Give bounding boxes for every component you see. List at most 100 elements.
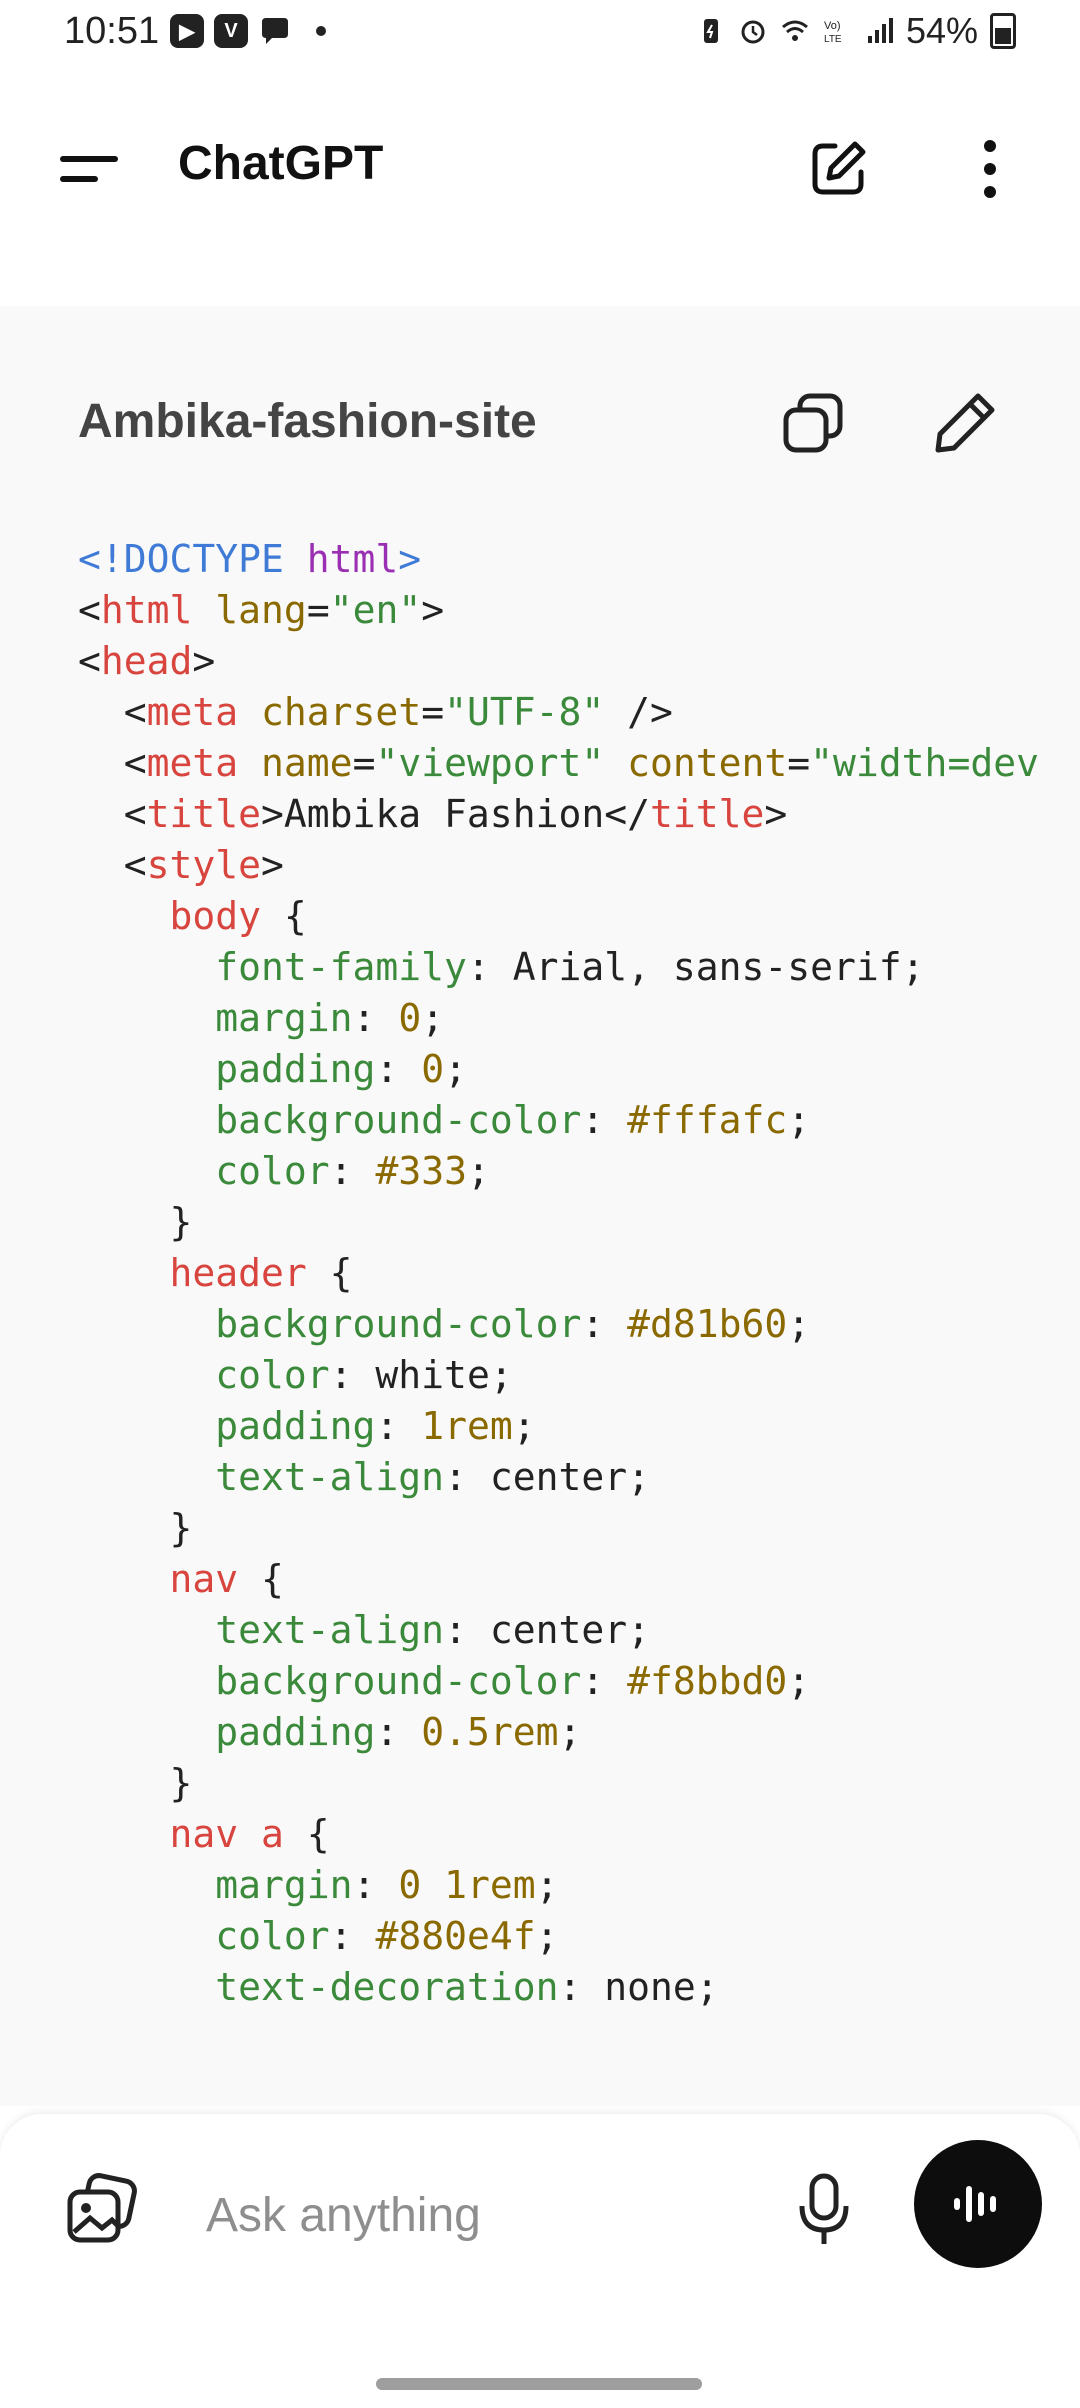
code-token: 0.5rem [421,1710,559,1754]
code-token: : [581,1098,628,1142]
code-token: = [421,690,445,734]
code-token: : [329,1149,376,1193]
code-token: ; [787,1098,811,1142]
code-line: body { [78,891,1080,942]
code-token: meta [146,690,239,734]
voice-mode-button[interactable] [914,2140,1042,2268]
code-token: > [192,639,216,683]
code-token: < [78,690,147,734]
code-line: background-color: #f8bbd0; [78,1656,1080,1707]
ask-input[interactable] [204,2174,768,2256]
edit-pencil-icon[interactable] [930,388,1000,458]
code-token: 0 [398,996,422,1040]
code-token: : [375,1047,422,1091]
code-line: header { [78,1248,1080,1299]
new-chat-icon[interactable] [805,136,871,202]
code-token: <!DOCTYPE [78,537,307,581]
code-line: color: white; [78,1350,1080,1401]
copy-icon[interactable] [778,388,848,458]
code-token: "width=dev [810,741,1039,785]
image-attach-icon[interactable] [62,2170,142,2250]
code-token: : white; [329,1353,513,1397]
code-token: text-align [215,1455,445,1499]
code-line: } [78,1758,1080,1809]
code-token: ; [535,1914,559,1958]
wifi-icon [781,20,808,41]
code-token: margin [215,1863,353,1907]
code-token: padding [215,1404,376,1448]
more-options-icon[interactable] [970,136,1010,202]
code-block[interactable]: <!DOCTYPE html> <html lang="en"> <head> <m… [78,534,1080,2014]
code-token: title [649,792,765,836]
code-token: charset [261,690,422,734]
code-token: margin [215,996,353,1040]
code-line: padding: 1rem; [78,1401,1080,1452]
code-token: background-color [215,1098,582,1142]
code-token: : [581,1302,628,1346]
code-token: #fffafc [627,1098,788,1142]
code-token: color [215,1353,330,1397]
code-token: ; [444,1047,467,1091]
code-token: > [398,537,422,581]
code-line: nav a { [78,1809,1080,1860]
code-token: background-color [215,1659,582,1703]
v-app-icon: V [214,14,248,48]
code-token: #f8bbd0 [627,1659,788,1703]
svg-text:Vo): Vo) [824,20,841,32]
svg-text:LTE: LTE [824,34,842,45]
code-token: 0 1rem [398,1863,536,1907]
code-line: nav { [78,1554,1080,1605]
code-token: ; [421,996,445,1040]
code-canvas: Ambika-fashion-site <!DOCTYPE html> <html… [0,306,1080,2106]
code-token: > [261,843,284,887]
code-line: text-align: center; [78,1605,1080,1656]
code-token: > [764,792,788,836]
microphone-icon[interactable] [794,2170,854,2250]
code-line: text-decoration: none; [78,1962,1080,2013]
code-line: <meta charset="UTF-8" /> [78,687,1080,738]
code-token: : center; [444,1608,650,1652]
code-token: : center; [444,1455,650,1499]
code-token: text-align [215,1608,445,1652]
code-token: #333 [375,1149,467,1193]
code-token: } [78,1506,193,1550]
menu-icon[interactable] [58,146,122,194]
chat-bubble-icon [262,18,288,44]
code-token: header [169,1251,307,1295]
volte-icon: Vo) LTE [824,20,842,45]
code-token: : [329,1914,376,1958]
code-token: "UTF-8" [444,690,605,734]
code-token: = [787,741,811,785]
code-token: #d81b60 [627,1302,788,1346]
code-token: { [261,894,307,938]
composer [0,2114,1080,2408]
home-indicator[interactable] [376,2378,702,2390]
status-time: 10:51 [64,10,160,52]
code-token: html [100,588,193,632]
code-token: } [78,1200,193,1244]
code-token: style [146,843,262,887]
signal-icon [867,18,893,43]
code-token: = [352,741,376,785]
code-token: : [375,1710,422,1754]
code-line: padding: 0.5rem; [78,1707,1080,1758]
code-token: : [352,1863,399,1907]
code-line: font-family: Arial, sans-serif; [78,942,1080,993]
alarm-icon [741,20,765,44]
battery-percent: 54% [905,10,978,51]
